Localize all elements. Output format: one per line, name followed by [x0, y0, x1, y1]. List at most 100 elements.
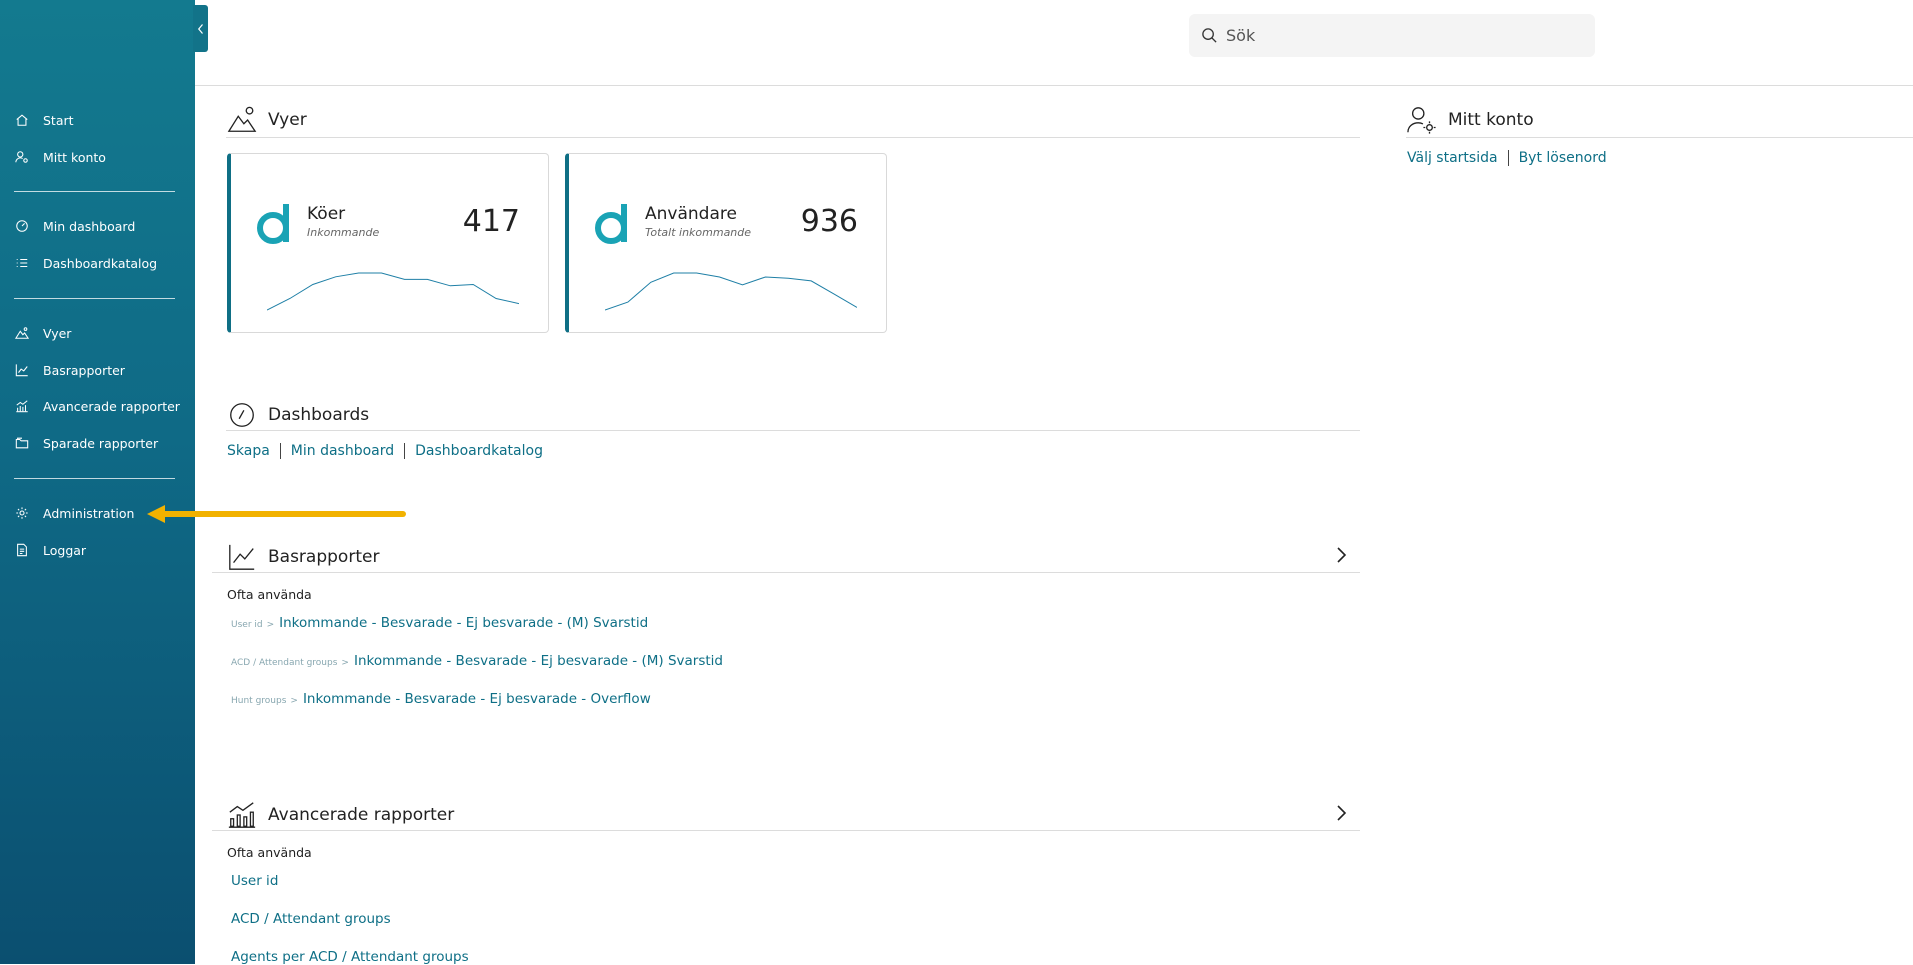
- report-link[interactable]: Inkommande - Besvarade - Ej besvarade - …: [354, 653, 723, 669]
- section-divider: [226, 137, 1360, 138]
- avancerade-section-header: Avancerade rapporter: [226, 799, 454, 831]
- section-divider: [212, 830, 1360, 831]
- sidebar-item-label: Loggar: [43, 542, 87, 558]
- folder-icon: [14, 436, 29, 451]
- sidebar-item-label: Mitt konto: [43, 149, 106, 165]
- user-cog-icon: [14, 150, 29, 165]
- document-icon: [14, 543, 29, 558]
- crumb-arrow-icon: >: [341, 658, 349, 668]
- chevron-right-icon[interactable]: [1333, 803, 1349, 823]
- sidebar-item-label: Dashboardkatalog: [43, 255, 158, 271]
- vyer-section-header: Vyer: [226, 104, 307, 136]
- section-title: Avancerade rapporter: [268, 805, 455, 825]
- sidebar-item-sparade-rapporter[interactable]: Sparade rapporter: [14, 432, 158, 454]
- list-icon: [14, 256, 29, 271]
- gear-icon: [14, 506, 29, 521]
- crumb-arrow-icon: >: [266, 620, 275, 630]
- report-row[interactable]: Agents per ACD / Attendant groups: [231, 949, 469, 965]
- home-icon: [14, 113, 29, 128]
- section-title: Dashboards: [268, 405, 370, 425]
- top-bar: [195, 0, 1913, 86]
- report-crumb: ACD / Attendant groups: [231, 658, 338, 668]
- frequent-heading: Ofta använda: [227, 845, 312, 860]
- search-box[interactable]: [1189, 14, 1595, 57]
- bar-line-chart-icon: [226, 799, 258, 831]
- gauge-icon: [14, 219, 29, 234]
- annotation-arrow-icon: [147, 505, 406, 523]
- card-value: 936: [800, 204, 858, 239]
- link-valj-startsida[interactable]: Välj startsida: [1407, 150, 1498, 166]
- sidebar-item-label: Sparade rapporter: [43, 435, 159, 451]
- sidebar-item-vyer[interactable]: Vyer: [14, 322, 71, 344]
- sidebar-item-label: Administration: [43, 505, 135, 521]
- sidebar-item-loggar[interactable]: Loggar: [14, 539, 86, 561]
- section-title: Mitt konto: [1448, 110, 1534, 130]
- sidebar-divider: [14, 191, 175, 192]
- report-row[interactable]: Hunt groups > Inkommande - Besvarade - E…: [231, 691, 651, 707]
- sidebar-item-label: Min dashboard: [43, 218, 136, 234]
- sidebar-item-label: Avancerade rapporter: [43, 398, 180, 414]
- sidebar-item-label: Basrapporter: [43, 362, 125, 378]
- report-link[interactable]: User id: [231, 873, 278, 889]
- link-separator: [1507, 150, 1509, 166]
- report-row[interactable]: ACD / Attendant groups: [231, 911, 391, 927]
- sidebar-item-dashboardkatalog[interactable]: Dashboardkatalog: [14, 252, 157, 274]
- view-card-anvandare[interactable]: Användare Totalt inkommande 936: [565, 153, 887, 333]
- link-separator: [279, 443, 281, 459]
- link-min-dashboard[interactable]: Min dashboard: [291, 443, 394, 459]
- report-row[interactable]: User id: [231, 873, 278, 889]
- report-row[interactable]: User id > Inkommande - Besvarade - Ej be…: [231, 615, 648, 631]
- link-skapa[interactable]: Skapa: [227, 443, 270, 459]
- sidebar-item-label: Vyer: [43, 325, 72, 341]
- report-crumb: Hunt groups: [231, 696, 287, 706]
- frequent-heading: Ofta använda: [227, 587, 312, 602]
- bar-line-chart-icon: [14, 399, 29, 414]
- sidebar-item-administration[interactable]: Administration: [14, 502, 134, 524]
- section-divider: [212, 572, 1360, 573]
- crumb-arrow-icon: >: [290, 696, 298, 706]
- sidebar: Start Mitt konto Min dashboard Dashboard…: [0, 0, 195, 964]
- sidebar-item-start[interactable]: Start: [14, 109, 74, 131]
- search-input[interactable]: [1226, 26, 1586, 45]
- sidebar-item-min-dashboard[interactable]: Min dashboard: [14, 215, 135, 237]
- card-title: Användare: [645, 204, 737, 224]
- link-byt-losenord[interactable]: Byt lösenord: [1519, 150, 1607, 166]
- sidebar-item-label: Start: [43, 112, 74, 128]
- report-link[interactable]: Inkommande - Besvarade - Ej besvarade - …: [279, 615, 648, 631]
- dashboards-section-header: Dashboards: [226, 399, 369, 431]
- report-link[interactable]: Inkommande - Besvarade - Ej besvarade - …: [303, 691, 651, 707]
- sparkline-chart: [605, 272, 857, 311]
- report-link[interactable]: ACD / Attendant groups: [231, 911, 391, 927]
- sparkline-series: [605, 272, 857, 311]
- sidebar-divider: [14, 298, 175, 299]
- section-divider: [1406, 137, 1913, 138]
- sidebar-item-avancerade-rapporter[interactable]: Avancerade rapporter: [14, 395, 180, 417]
- line-chart-icon: [226, 541, 258, 573]
- card-title: Köer: [307, 204, 346, 224]
- brand-logo-icon: [257, 204, 289, 244]
- user-cog-icon: [1406, 104, 1438, 136]
- sidebar-item-mitt-konto[interactable]: Mitt konto: [14, 146, 106, 168]
- dashboard-links: Skapa Min dashboard Dashboardkatalog: [227, 443, 543, 459]
- brand-logo-icon: [595, 204, 627, 244]
- mountain-icon: [226, 104, 258, 136]
- sidebar-divider: [14, 478, 175, 479]
- basrapporter-section-header: Basrapporter: [226, 541, 379, 573]
- sparkline-series: [267, 272, 519, 311]
- search-icon: [1202, 28, 1217, 43]
- gauge-icon: [226, 399, 258, 431]
- link-dashboardkatalog[interactable]: Dashboardkatalog: [415, 443, 543, 459]
- report-crumb: User id: [231, 620, 263, 630]
- view-card-koer[interactable]: Köer Inkommande 417: [227, 153, 549, 333]
- report-row[interactable]: ACD / Attendant groups > Inkommande - Be…: [231, 653, 723, 669]
- mountain-icon: [14, 326, 29, 341]
- card-value: 417: [462, 204, 520, 239]
- sparkline-chart: [267, 272, 519, 311]
- report-link[interactable]: Agents per ACD / Attendant groups: [231, 949, 469, 965]
- chevron-right-icon[interactable]: [1333, 545, 1349, 565]
- account-section-header: Mitt konto: [1406, 104, 1534, 136]
- sidebar-item-basrapporter[interactable]: Basrapporter: [14, 359, 125, 381]
- account-links: Välj startsida Byt lösenord: [1407, 150, 1607, 166]
- link-separator: [404, 443, 406, 459]
- line-chart-icon: [14, 363, 29, 378]
